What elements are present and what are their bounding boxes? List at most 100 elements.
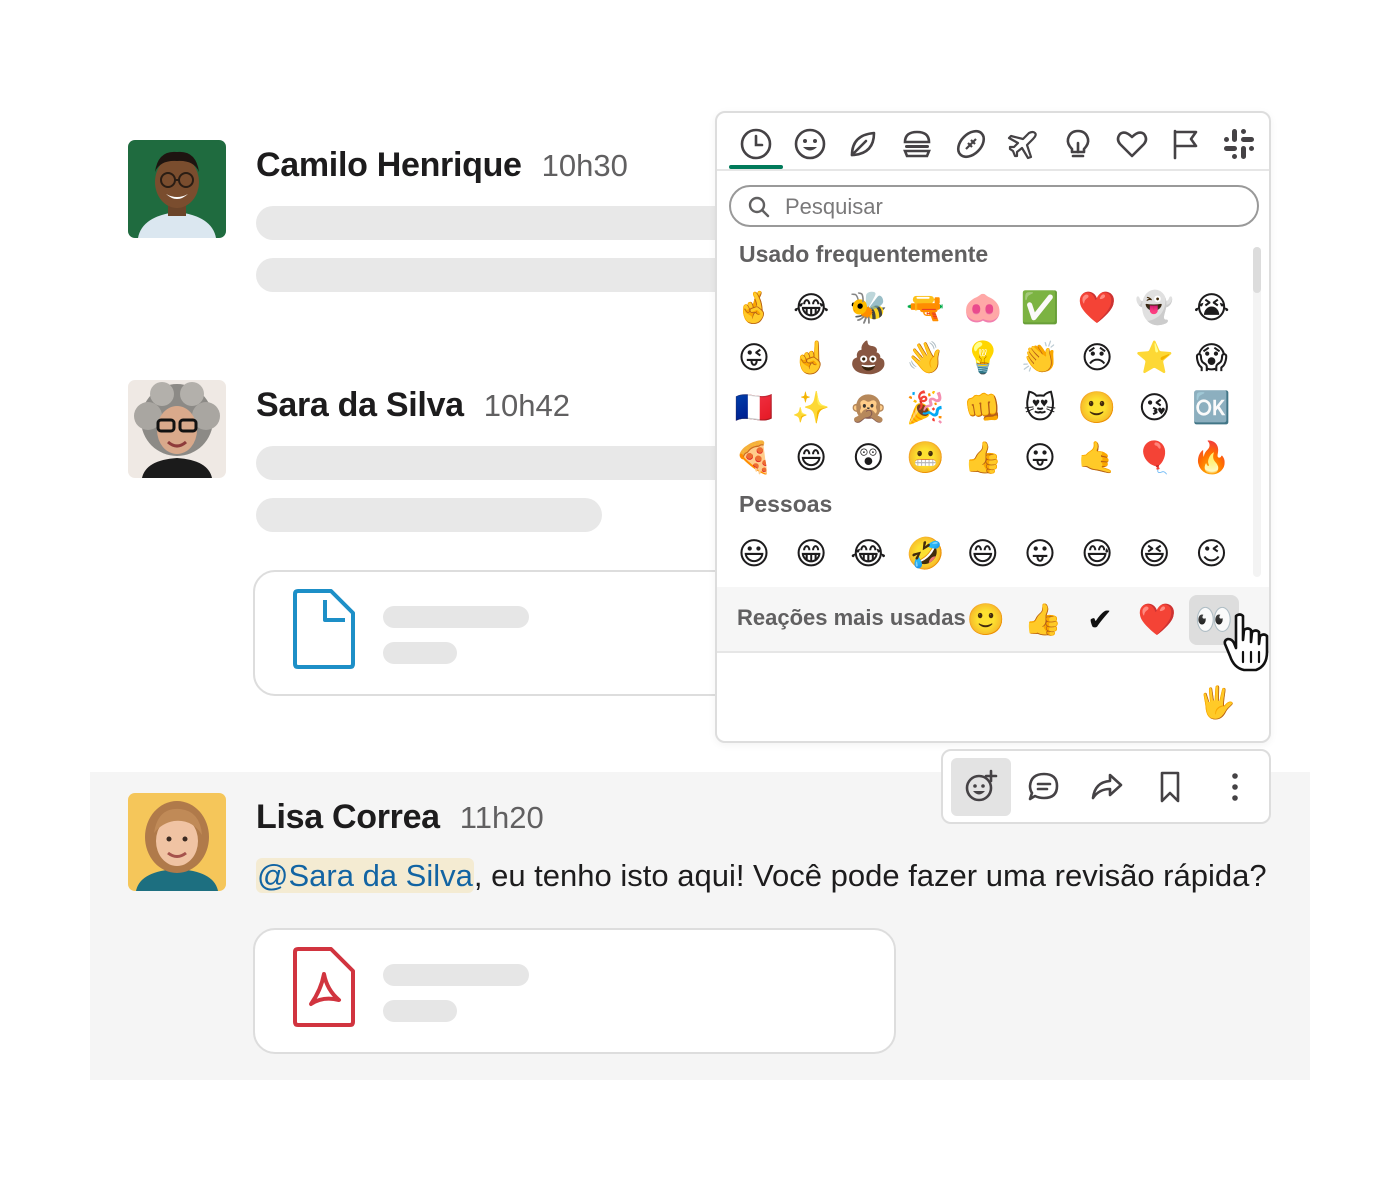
emoji-option[interactable]: 😁 xyxy=(789,532,833,576)
add-reaction-button[interactable] xyxy=(951,758,1011,816)
emoji-option[interactable]: 😂 xyxy=(846,532,890,576)
author-name[interactable]: Sara da Silva xyxy=(256,386,464,425)
emoji-option[interactable]: ✅ xyxy=(1018,286,1062,330)
emoji-option[interactable]: 😭 xyxy=(1190,286,1234,330)
emoji-option[interactable]: 🔥 xyxy=(1190,436,1234,480)
user-mention[interactable]: @Sara da Silva xyxy=(256,858,474,893)
scrollbar-thumb[interactable] xyxy=(1253,247,1261,293)
heart-icon[interactable] xyxy=(1115,127,1149,161)
emoji-option[interactable]: 🤞 xyxy=(732,286,776,330)
reactions-label: Reações mais usadas xyxy=(737,605,966,630)
football-icon[interactable] xyxy=(954,127,988,161)
reaction-option[interactable]: ❤️ xyxy=(1132,595,1182,645)
message-placeholder-line xyxy=(256,206,776,240)
pdf-icon xyxy=(293,947,355,1027)
emoji-option[interactable]: 🐝 xyxy=(846,286,890,330)
emoji-search-input[interactable]: Pesquisar xyxy=(729,185,1259,227)
emoji-option[interactable]: 🙂 xyxy=(1075,386,1119,430)
reply-in-thread-button[interactable] xyxy=(1014,758,1074,816)
emoji-option[interactable]: ☝️ xyxy=(789,336,833,380)
reply-thread-icon xyxy=(1028,772,1059,801)
emoji-option[interactable]: 👊 xyxy=(961,386,1005,430)
emoji-option[interactable]: 🇫🇷 xyxy=(732,386,776,430)
file-attachment-document[interactable] xyxy=(253,570,773,696)
avatar[interactable] xyxy=(128,140,226,238)
burger-icon[interactable] xyxy=(900,127,934,161)
emoji-option[interactable]: 😂 xyxy=(789,286,833,330)
message-placeholder-line xyxy=(256,258,776,292)
emoji-option[interactable]: 💩 xyxy=(846,336,890,380)
emoji-option[interactable]: 😛 xyxy=(1018,436,1062,480)
emoji-option[interactable]: 😜 xyxy=(732,336,776,380)
reaction-option[interactable]: ✔ xyxy=(1075,595,1125,645)
emoji-option[interactable]: 😉 xyxy=(1190,532,1234,576)
emoji-option[interactable]: 🍕 xyxy=(732,436,776,480)
emoji-option[interactable]: 🐽 xyxy=(961,286,1005,330)
emoji-option[interactable]: 😱 xyxy=(1190,336,1234,380)
emoji-option[interactable]: 🔫 xyxy=(904,286,948,330)
scrollbar-track[interactable] xyxy=(1253,247,1261,577)
message-text: , eu tenho isto aqui! Você pode fazer um… xyxy=(473,858,1267,893)
timestamp[interactable]: 11h20 xyxy=(460,800,544,836)
emoji-category-tabs xyxy=(717,113,1269,171)
emoji-option[interactable]: 😃 xyxy=(732,532,776,576)
emoji-option[interactable]: 😲 xyxy=(846,436,890,480)
file-name-placeholder xyxy=(383,964,529,986)
emoji-option[interactable]: 😄 xyxy=(961,532,1005,576)
emoji-option[interactable]: 👋 xyxy=(904,336,948,380)
save-message-button[interactable] xyxy=(1140,758,1200,816)
timestamp[interactable]: 10h42 xyxy=(484,388,570,424)
active-category-indicator xyxy=(729,165,783,169)
lightbulb-icon[interactable] xyxy=(1061,127,1095,161)
emoji-option[interactable]: 👏 xyxy=(1018,336,1062,380)
emoji-option[interactable]: 😘 xyxy=(1132,386,1176,430)
emoji-option[interactable]: 😆 xyxy=(1132,532,1176,576)
bookmark-icon xyxy=(1160,771,1180,803)
emoji-option[interactable]: 💡 xyxy=(961,336,1005,380)
flag-icon[interactable] xyxy=(1168,127,1202,161)
emoji-option[interactable]: 🎉 xyxy=(904,386,948,430)
emoji-picker: Pesquisar Usado frequentemente 🤞 😂 🐝 🔫 🐽 ✅ ❤️ 👻… xyxy=(715,111,1271,743)
emoji-option[interactable]: 😞 xyxy=(1075,336,1119,380)
reaction-option[interactable]: 🙂 xyxy=(961,595,1011,645)
share-arrow-icon xyxy=(1091,773,1123,800)
slack-icon[interactable] xyxy=(1222,127,1256,161)
file-attachment-pdf[interactable] xyxy=(253,928,896,1054)
skin-tone-selector[interactable]: 🖐️ xyxy=(1193,679,1241,727)
emoji-option[interactable]: ❤️ xyxy=(1075,286,1119,330)
emoji-option[interactable]: ✨ xyxy=(789,386,833,430)
emoji-option[interactable]: 🎈 xyxy=(1132,436,1176,480)
search-icon xyxy=(748,196,770,218)
emoji-option[interactable]: 🆗 xyxy=(1190,386,1234,430)
reaction-option[interactable]: 👍 xyxy=(1018,595,1068,645)
more-options-icon xyxy=(1232,773,1238,801)
emoji-option[interactable]: 😻 xyxy=(1018,386,1062,430)
file-size-placeholder xyxy=(383,642,457,664)
more-actions-button[interactable] xyxy=(1205,758,1265,816)
author-name[interactable]: Camilo Henrique xyxy=(256,146,522,185)
clock-icon[interactable] xyxy=(739,127,773,161)
emoji-option[interactable]: 😬 xyxy=(904,436,948,480)
timestamp[interactable]: 10h30 xyxy=(542,148,628,184)
emoji-option[interactable]: 🙊 xyxy=(846,386,890,430)
share-message-button[interactable] xyxy=(1077,758,1137,816)
message-placeholder-line xyxy=(256,498,602,532)
emoji-option[interactable]: 👍 xyxy=(961,436,1005,480)
section-title-frequent: Usado frequentemente xyxy=(739,241,989,267)
avatar[interactable] xyxy=(128,793,226,891)
emoji-option[interactable]: ⭐ xyxy=(1132,336,1176,380)
leaf-icon[interactable] xyxy=(846,127,880,161)
airplane-icon[interactable] xyxy=(1007,127,1041,161)
emoji-option[interactable]: 😛 xyxy=(1018,532,1062,576)
emoji-option[interactable]: 🤣 xyxy=(904,532,948,576)
emoji-option[interactable]: 😅 xyxy=(1075,532,1119,576)
emoji-option[interactable]: 😄 xyxy=(789,436,833,480)
file-size-placeholder xyxy=(383,1000,457,1022)
document-icon xyxy=(293,589,355,669)
emoji-option[interactable]: 👻 xyxy=(1132,286,1176,330)
smiley-icon[interactable] xyxy=(793,127,827,161)
emoji-option[interactable]: 🤙 xyxy=(1075,436,1119,480)
author-name[interactable]: Lisa Correa xyxy=(256,798,440,837)
file-name-placeholder xyxy=(383,606,529,628)
avatar[interactable] xyxy=(128,380,226,478)
